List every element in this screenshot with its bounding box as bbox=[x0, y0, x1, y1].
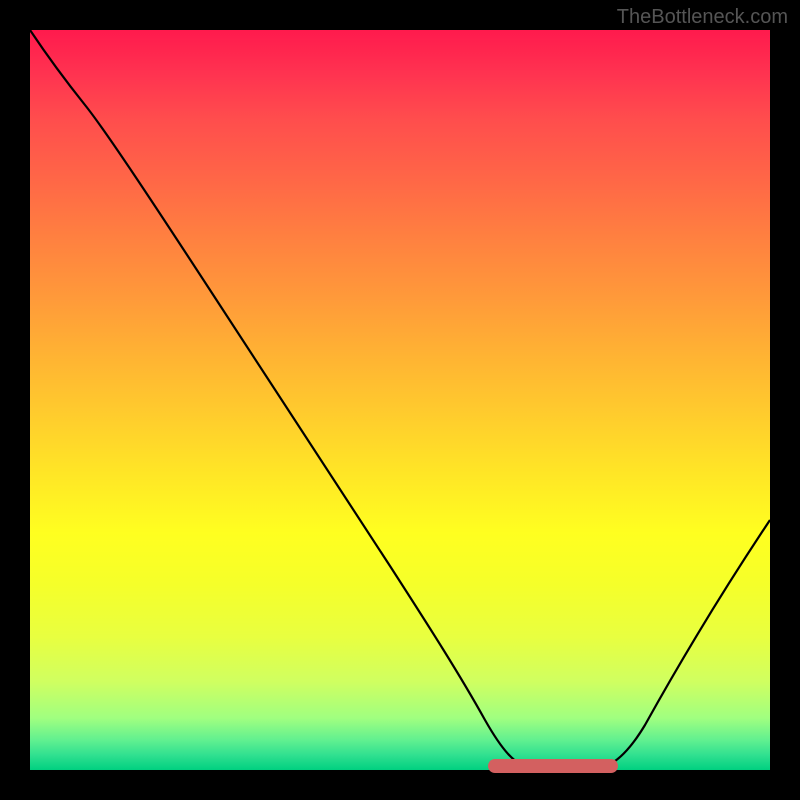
watermark-text: TheBottleneck.com bbox=[617, 6, 788, 29]
chart-plot-area bbox=[30, 30, 770, 770]
curve-path bbox=[30, 30, 770, 768]
bottleneck-curve bbox=[30, 30, 770, 770]
optimal-range-marker bbox=[488, 759, 618, 773]
